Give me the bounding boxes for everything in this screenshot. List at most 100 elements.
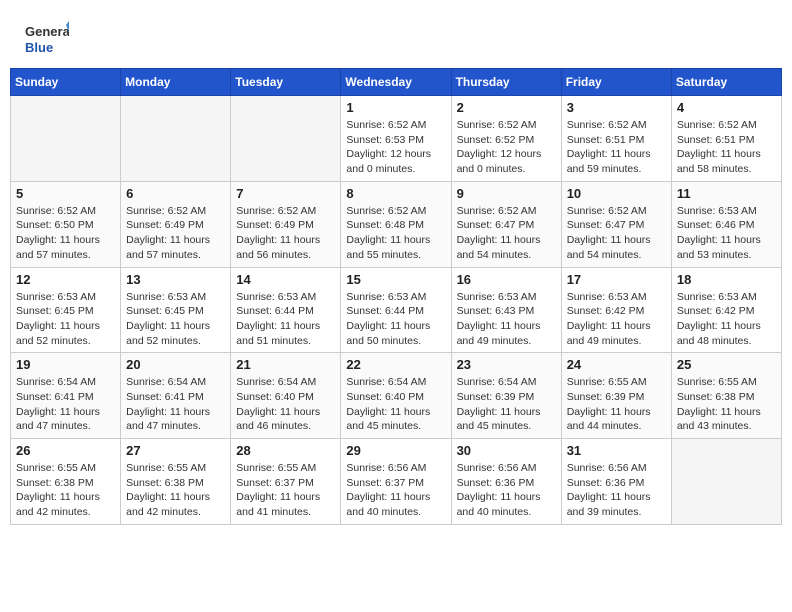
weekday-header-wednesday: Wednesday (341, 69, 451, 96)
day-info: Sunrise: 6:52 AMSunset: 6:53 PMDaylight:… (346, 118, 445, 177)
day-info: Sunrise: 6:55 AMSunset: 6:38 PMDaylight:… (677, 375, 776, 434)
day-number: 28 (236, 443, 335, 458)
calendar-cell: 1 Sunrise: 6:52 AMSunset: 6:53 PMDaylight… (341, 96, 451, 182)
day-info: Sunrise: 6:55 AMSunset: 6:37 PMDaylight:… (236, 461, 335, 520)
day-number: 6 (126, 186, 225, 201)
calendar-cell: 5 Sunrise: 6:52 AMSunset: 6:50 PMDaylight… (11, 181, 121, 267)
svg-text:General: General (25, 24, 69, 39)
day-info: Sunrise: 6:55 AMSunset: 6:38 PMDaylight:… (126, 461, 225, 520)
logo: General Blue (25, 20, 69, 58)
calendar-cell: 11Sunrise: 6:53 AMSunset: 6:46 PMDayligh… (671, 181, 781, 267)
day-number: 17 (567, 272, 666, 287)
calendar-cell: 29Sunrise: 6:56 AMSunset: 6:37 PMDayligh… (341, 439, 451, 525)
day-info: Sunrise: 6:54 AMSunset: 6:40 PMDaylight:… (346, 375, 445, 434)
calendar-cell: 27 Sunrise: 6:55 AMSunset: 6:38 PMDayligh… (121, 439, 231, 525)
day-info: Sunrise: 6:52 AMSunset: 6:50 PMDaylight:… (16, 204, 115, 263)
day-number: 13 (126, 272, 225, 287)
calendar-cell: 25 Sunrise: 6:55 AMSunset: 6:38 PMDayligh… (671, 353, 781, 439)
weekday-header-saturday: Saturday (671, 69, 781, 96)
calendar-cell: 19Sunrise: 6:54 AMSunset: 6:41 PMDayligh… (11, 353, 121, 439)
day-info: Sunrise: 6:53 AMSunset: 6:44 PMDaylight:… (236, 290, 335, 349)
calendar-cell: 12 Sunrise: 6:53 AMSunset: 6:45 PMDayligh… (11, 267, 121, 353)
day-info: Sunrise: 6:52 AMSunset: 6:47 PMDaylight:… (567, 204, 666, 263)
day-info: Sunrise: 6:54 AMSunset: 6:41 PMDaylight:… (126, 375, 225, 434)
page-header: General Blue (10, 10, 782, 63)
calendar-cell: 20 Sunrise: 6:54 AMSunset: 6:41 PMDayligh… (121, 353, 231, 439)
day-number: 4 (677, 100, 776, 115)
day-info: Sunrise: 6:55 AMSunset: 6:38 PMDaylight:… (16, 461, 115, 520)
calendar-cell: 23Sunrise: 6:54 AMSunset: 6:39 PMDayligh… (451, 353, 561, 439)
day-number: 21 (236, 357, 335, 372)
calendar-cell: 13 Sunrise: 6:53 AMSunset: 6:45 PMDayligh… (121, 267, 231, 353)
svg-text:Blue: Blue (25, 40, 53, 55)
calendar-cell: 26 Sunrise: 6:55 AMSunset: 6:38 PMDayligh… (11, 439, 121, 525)
calendar-cell: 22 Sunrise: 6:54 AMSunset: 6:40 PMDayligh… (341, 353, 451, 439)
day-info: Sunrise: 6:52 AMSunset: 6:47 PMDaylight:… (457, 204, 556, 263)
calendar-week-row: 5 Sunrise: 6:52 AMSunset: 6:50 PMDaylight… (11, 181, 782, 267)
weekday-header-friday: Friday (561, 69, 671, 96)
day-info: Sunrise: 6:52 AMSunset: 6:51 PMDaylight:… (677, 118, 776, 177)
calendar-cell: 9 Sunrise: 6:52 AMSunset: 6:47 PMDaylight… (451, 181, 561, 267)
calendar-cell: 7Sunrise: 6:52 AMSunset: 6:49 PMDaylight… (231, 181, 341, 267)
day-number: 25 (677, 357, 776, 372)
day-info: Sunrise: 6:54 AMSunset: 6:39 PMDaylight:… (457, 375, 556, 434)
calendar-cell: 8 Sunrise: 6:52 AMSunset: 6:48 PMDaylight… (341, 181, 451, 267)
day-info: Sunrise: 6:55 AMSunset: 6:39 PMDaylight:… (567, 375, 666, 434)
day-info: Sunrise: 6:56 AMSunset: 6:36 PMDaylight:… (567, 461, 666, 520)
weekday-header-row: SundayMondayTuesdayWednesdayThursdayFrid… (11, 69, 782, 96)
calendar-cell (121, 96, 231, 182)
calendar-cell: 31 Sunrise: 6:56 AMSunset: 6:36 PMDayligh… (561, 439, 671, 525)
day-number: 2 (457, 100, 556, 115)
calendar-cell: 18Sunrise: 6:53 AMSunset: 6:42 PMDayligh… (671, 267, 781, 353)
calendar-week-row: 19 Sunrise: 6:54 AMSunset: 6:41 PMDayligh… (11, 353, 782, 439)
calendar-cell (671, 439, 781, 525)
day-number: 1 (346, 100, 445, 115)
day-number: 30 (457, 443, 556, 458)
day-info: Sunrise: 6:52 AMSunset: 6:51 PMDaylight:… (567, 118, 666, 177)
day-number: 12 (16, 272, 115, 287)
day-number: 31 (567, 443, 666, 458)
calendar-cell: 28 Sunrise: 6:55 AMSunset: 6:37 PMDayligh… (231, 439, 341, 525)
logo-svg: General Blue (25, 20, 69, 58)
day-number: 20 (126, 357, 225, 372)
weekday-header-thursday: Thursday (451, 69, 561, 96)
weekday-header-tuesday: Tuesday (231, 69, 341, 96)
day-number: 26 (16, 443, 115, 458)
calendar-week-row: 12 Sunrise: 6:53 AMSunset: 6:45 PMDayligh… (11, 267, 782, 353)
calendar-cell: 14 Sunrise: 6:53 AMSunset: 6:44 PMDayligh… (231, 267, 341, 353)
day-number: 8 (346, 186, 445, 201)
day-number: 9 (457, 186, 556, 201)
calendar-week-row: 1 Sunrise: 6:52 AMSunset: 6:53 PMDaylight… (11, 96, 782, 182)
calendar-cell (11, 96, 121, 182)
calendar-cell: 30Sunrise: 6:56 AMSunset: 6:36 PMDayligh… (451, 439, 561, 525)
calendar-cell: 15Sunrise: 6:53 AMSunset: 6:44 PMDayligh… (341, 267, 451, 353)
calendar-cell: 4 Sunrise: 6:52 AMSunset: 6:51 PMDaylight… (671, 96, 781, 182)
day-info: Sunrise: 6:52 AMSunset: 6:49 PMDaylight:… (126, 204, 225, 263)
day-number: 27 (126, 443, 225, 458)
calendar-cell: 17 Sunrise: 6:53 AMSunset: 6:42 PMDayligh… (561, 267, 671, 353)
calendar-cell: 10Sunrise: 6:52 AMSunset: 6:47 PMDayligh… (561, 181, 671, 267)
day-number: 7 (236, 186, 335, 201)
day-info: Sunrise: 6:53 AMSunset: 6:45 PMDaylight:… (16, 290, 115, 349)
day-info: Sunrise: 6:56 AMSunset: 6:37 PMDaylight:… (346, 461, 445, 520)
day-number: 19 (16, 357, 115, 372)
day-info: Sunrise: 6:53 AMSunset: 6:43 PMDaylight:… (457, 290, 556, 349)
day-number: 5 (16, 186, 115, 201)
calendar-cell (231, 96, 341, 182)
day-info: Sunrise: 6:53 AMSunset: 6:45 PMDaylight:… (126, 290, 225, 349)
day-info: Sunrise: 6:52 AMSunset: 6:48 PMDaylight:… (346, 204, 445, 263)
day-number: 3 (567, 100, 666, 115)
day-number: 14 (236, 272, 335, 287)
calendar-cell: 6 Sunrise: 6:52 AMSunset: 6:49 PMDaylight… (121, 181, 231, 267)
day-number: 16 (457, 272, 556, 287)
day-info: Sunrise: 6:53 AMSunset: 6:42 PMDaylight:… (677, 290, 776, 349)
day-number: 11 (677, 186, 776, 201)
day-info: Sunrise: 6:53 AMSunset: 6:42 PMDaylight:… (567, 290, 666, 349)
calendar-cell: 3 Sunrise: 6:52 AMSunset: 6:51 PMDaylight… (561, 96, 671, 182)
calendar-cell: 21Sunrise: 6:54 AMSunset: 6:40 PMDayligh… (231, 353, 341, 439)
day-number: 22 (346, 357, 445, 372)
day-number: 24 (567, 357, 666, 372)
weekday-header-monday: Monday (121, 69, 231, 96)
calendar-table: SundayMondayTuesdayWednesdayThursdayFrid… (10, 68, 782, 525)
day-number: 15 (346, 272, 445, 287)
